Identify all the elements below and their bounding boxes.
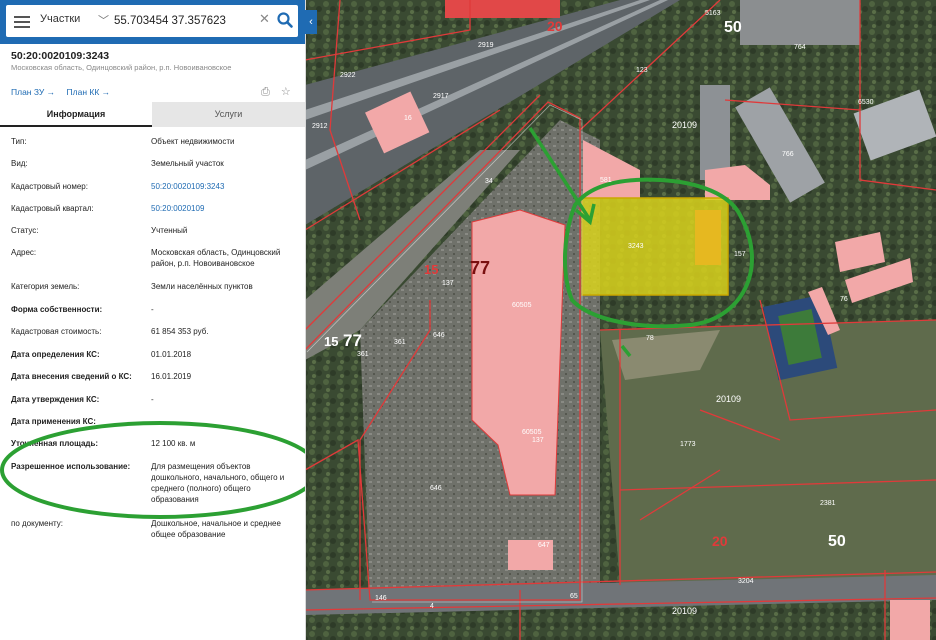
number-label: 16 [404,115,412,122]
row-value: 01.01.2018 [151,350,192,359]
row-label: Вид: [11,159,28,168]
number-label: 157 [734,251,746,258]
number-label: 2917 [433,93,449,100]
number-label: 3204 [738,578,754,585]
row-value: 16.01.2019 [151,372,192,381]
number-label: 581 [600,177,612,184]
building-highlight [445,0,560,18]
number-label: 137 [532,437,544,444]
row-label: Кадастровый номер: [11,182,88,191]
close-icon[interactable]: ✕ [259,11,270,27]
star-icon[interactable]: ☆ [281,86,291,98]
tab-services[interactable]: Услуги [152,102,305,127]
quarter-label: 15 [424,262,438,277]
row-value: - [151,305,154,314]
cadastral-quarter-link[interactable]: 50:20:0020109 [151,203,299,214]
menu-icon[interactable] [14,16,30,28]
block-label: 20109 [672,606,697,616]
row-value: Московская область, Одинцовский район, р… [151,248,281,268]
row-label: Адрес: [11,248,37,257]
tab-information[interactable]: Информация [0,102,152,127]
row-value: Земли населённых пунктов [151,282,253,291]
number-label: 5163 [705,10,721,17]
tower-building [700,85,730,180]
number-label: 4 [430,603,434,610]
number-label: 2381 [820,500,836,507]
row-label: Категория земель: [11,282,80,291]
block-label: 20109 [716,394,741,404]
building-pink[interactable] [890,600,930,640]
mall-label: 60505 [512,302,532,309]
row-value: Земельный участок [151,159,224,168]
row-label: Дата внесения сведений о КС: [11,372,132,381]
plan-zu-link[interactable]: План ЗУ → [11,87,55,97]
cadastral-number-link[interactable]: 50:20:0020109:3243 [151,181,299,192]
number-label: 6530 [858,99,874,106]
row-value: 61 854 353 руб. [151,327,209,336]
quarter-label: 20 [712,533,728,549]
number-label: 123 [636,67,648,74]
number-label: 361 [357,351,369,358]
row-label: Кадастровый квартал: [11,204,94,213]
row-label: Кадастровая стоимость: [11,327,102,336]
number-label: 2919 [478,42,494,49]
chevron-down-icon[interactable]: ﹀ [98,12,109,28]
row-label: Тип: [11,137,27,146]
search-type-select[interactable]: Участки [40,13,80,25]
panel-actions: ⎙ ☆ [261,85,291,99]
row-value: Учтенный [151,226,188,235]
quarter-label: 20 [547,18,563,34]
row-label: Форма собственности: [11,305,103,314]
quarter-label: 77 [343,331,362,350]
row-label: Дата утверждения КС: [11,395,100,404]
search-box: Участки ﹀ ✕ [6,5,298,37]
quarter-label: 15 [324,334,338,349]
block-label: 20109 [672,120,697,130]
quarter-label: 50 [828,533,846,550]
search-header: Участки ﹀ ✕ [0,0,305,44]
number-label: 1773 [680,441,696,448]
number-label: 766 [782,151,794,158]
quarter-label: 50 [724,19,742,36]
row-value: Объект недвижимости [151,137,235,146]
info-panel: Участки ﹀ ✕ 50:20:0020109:3243 Московска… [0,0,306,640]
mall-label-2: 60505 [522,429,542,436]
parcel-address-subtitle: Московская область, Одинцовский район, р… [11,63,232,72]
number-label: 137 [442,280,454,287]
plan-kk-link[interactable]: План КК → [67,87,111,97]
number-label: 76 [840,296,848,303]
number-label: 646 [430,485,442,492]
ellipse-annotation [0,421,305,519]
row-value: - [151,395,154,404]
number-label: 78 [646,335,654,342]
plan-links: План ЗУ → План КК → [11,87,119,97]
number-label: 647 [538,542,550,549]
number-label: 764 [794,44,806,51]
print-icon[interactable]: ⎙ [261,86,270,98]
number-label: 65 [570,593,578,600]
number-label: 34 [485,178,493,185]
number-label: 361 [394,339,406,346]
info-tabs: Информация Услуги [0,102,305,127]
number-label: 646 [433,332,445,339]
row-label: Статус: [11,226,39,235]
parcel-building [695,210,721,265]
collapse-panel-button[interactable]: ‹ [305,10,317,34]
search-input[interactable] [114,12,254,30]
number-label: 2912 [312,123,328,130]
building-residential [740,0,860,45]
number-label: 146 [375,595,387,602]
quarter-label: 77 [470,258,490,278]
parcel-label: 3243 [628,243,644,250]
number-label: 2922 [340,72,356,79]
row-label: Дата определения КС: [11,350,100,359]
parcel-number-title: 50:20:0020109:3243 [11,50,110,62]
search-icon[interactable] [276,11,294,29]
